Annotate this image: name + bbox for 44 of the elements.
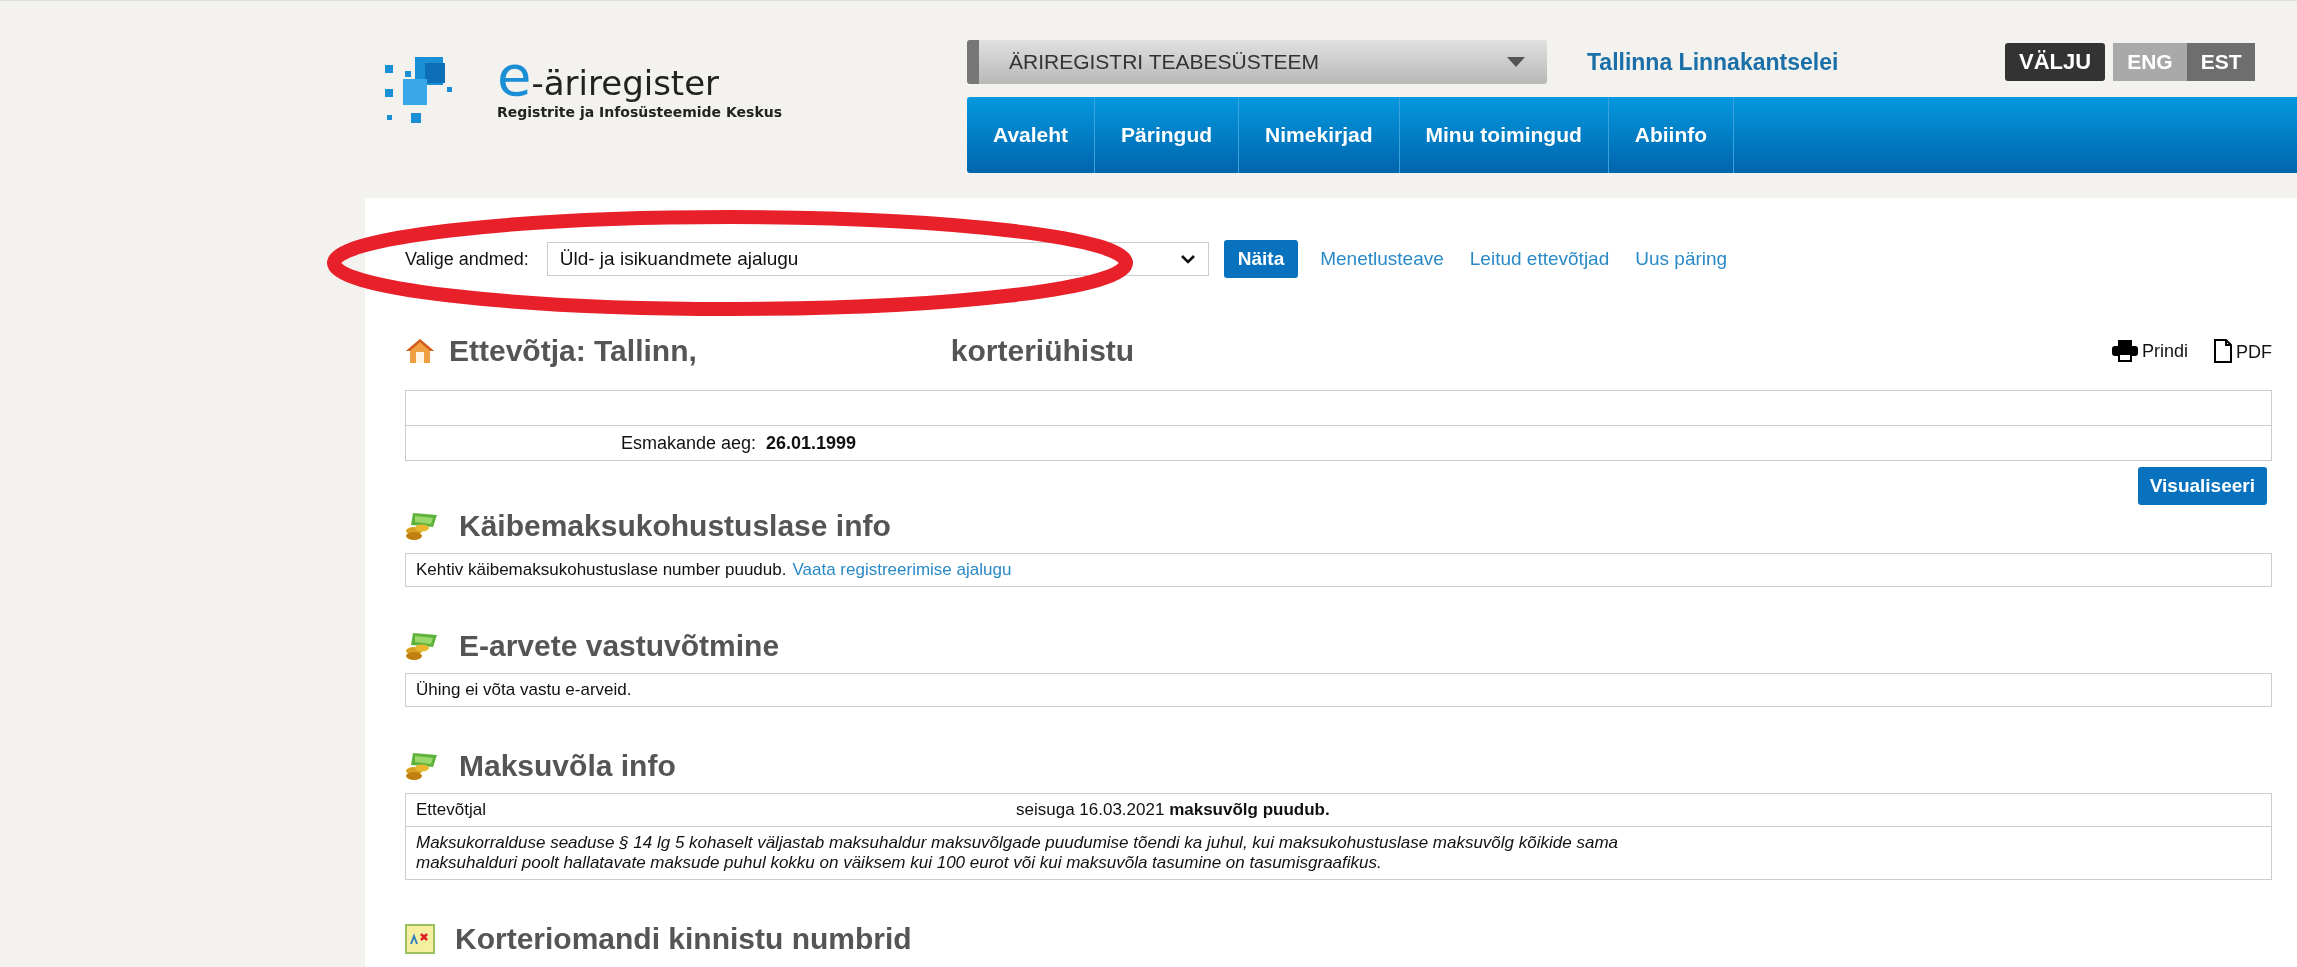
nav-item[interactable]: Nimekirjad — [1239, 97, 1400, 173]
table-cell-text: Ettevõtjal — [416, 800, 487, 820]
table-cell: seisuga 16.03.2021 maksuvõlg puudub. — [1016, 800, 1330, 820]
table-cell-text: Esmakande aeg: — [619, 432, 756, 454]
action-link[interactable]: PDF — [2214, 339, 2272, 363]
document-icon — [2214, 339, 2232, 363]
house-icon — [405, 337, 435, 365]
money-icon — [405, 751, 439, 781]
legal-note: Maksukorralduse seaduse § 14 lg 5 kohaselt väljastab maksuhaldur maksuvõlgade puudumise tõendi ka juhul, kui maksukohustuslase maksuvõlg kõikide sama maksuhalduri poolt hallatavate maksude puhul kokku on väiksem kui 100 eurot või kui maksuvõla tasumine on tasumisgraafikus. — [415, 832, 1619, 874]
user-link[interactable]: Tallinna Linnakantselei — [1587, 48, 1979, 76]
section-title: Käibemaksukohustuslase info — [459, 509, 891, 543]
company-title: Ettevõtja: Tallinn, — [449, 334, 697, 368]
language-tab[interactable]: EST — [2186, 43, 2256, 81]
data-select[interactable]: Üld- ja isikuandmete ajalugu — [546, 242, 1209, 276]
table-cell: 26.01.1999 — [766, 432, 857, 454]
printer-icon — [2111, 340, 2138, 362]
chevron-icon — [1179, 254, 1196, 264]
money-icon — [405, 631, 439, 661]
nav-item[interactable]: Avaleht — [967, 97, 1096, 173]
nav-item[interactable]: Abiinfo — [1608, 97, 1735, 173]
nav-link[interactable]: Menetlusteave — [1320, 248, 1444, 270]
map-icon — [405, 924, 435, 954]
language-tab[interactable]: ENG — [2113, 43, 2187, 81]
section-title: Maksuvõla info — [459, 749, 676, 783]
logout-button[interactable]: VÄLJU — [2005, 43, 2106, 81]
nav-link[interactable]: Uus päring — [1635, 248, 1728, 270]
caret-icon — [1507, 57, 1525, 67]
action-link[interactable]: Prindi — [2111, 340, 2188, 362]
section-title: E-arvete vastuvõtmine — [459, 629, 780, 663]
system-dropdown[interactable]: ÄRIREGISTRI TEABESÜSTEEM — [967, 40, 1547, 84]
history-link[interactable]: Vaata registreerimise ajalugu — [792, 560, 1012, 579]
info-text: Kehtiv käibemaksukohustuslase number puudub. — [416, 560, 787, 579]
section-title: Korteriomandi kinnistu numbrid — [455, 922, 912, 956]
company-type: korteriühistu — [950, 334, 1135, 368]
show-button[interactable]: Näita — [1223, 240, 1299, 278]
logo-subtitle: Registrite ja Infosüsteemide Keskus — [497, 104, 783, 120]
logo-wordmark: e-äriregister — [497, 59, 720, 100]
info-text: Ühing ei võta vastu e-arveid. — [416, 680, 632, 699]
nav-item[interactable]: Päringud — [1095, 97, 1240, 173]
money-icon — [405, 511, 439, 541]
field-label: Valige andmed: — [405, 248, 529, 270]
visualize-button[interactable]: Visualiseeri — [2137, 467, 2267, 505]
nav-item[interactable]: Minu toimingud — [1399, 97, 1609, 173]
nav-link[interactable]: Leitud ettevõtjad — [1469, 248, 1610, 270]
